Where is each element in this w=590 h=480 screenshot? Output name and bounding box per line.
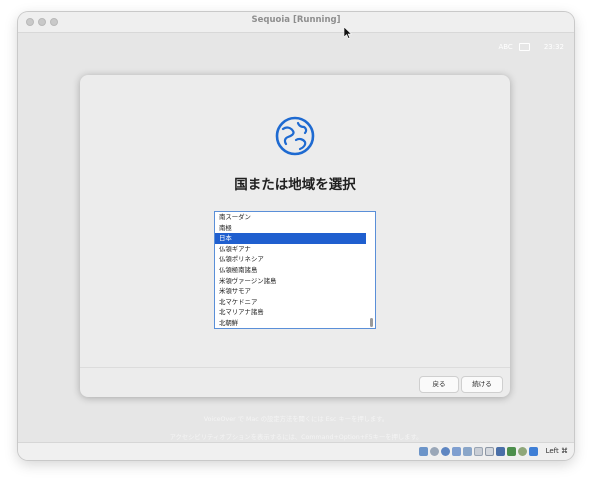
country-list-item-selected[interactable]: 日本	[215, 233, 366, 244]
title-bar[interactable]: Sequoia [Running]	[18, 12, 574, 33]
globe-icon	[275, 116, 315, 156]
shared-folder-icon[interactable]	[474, 447, 483, 456]
mouse-pointer-icon	[344, 27, 352, 39]
country-list-item[interactable]: 仏領ギアナ	[215, 244, 366, 255]
voiceover-hint: VoiceOver で Mac の設定方法を聞くには Esc キーを押します。	[203, 416, 389, 423]
country-list-item[interactable]: 北マリアナ諸島	[215, 307, 366, 318]
country-list-item[interactable]: 南スーダン	[215, 212, 366, 223]
country-list-item[interactable]: 米領ヴァージン諸島	[215, 276, 366, 287]
virtualbox-window: Sequoia [Running] ABC 23:32 国または地域を選択 南ス…	[18, 12, 574, 460]
optical-drive-icon[interactable]	[430, 447, 439, 456]
button-bar: 戻る 続ける	[80, 367, 510, 398]
status-icons	[419, 447, 538, 456]
display-icon[interactable]	[485, 447, 494, 456]
back-button[interactable]: 戻る	[419, 376, 459, 393]
guest-menubar-status: ABC 23:32	[498, 43, 564, 51]
usb-icon[interactable]	[463, 447, 472, 456]
vm-status-bar: Left ⌘	[18, 442, 574, 460]
input-mode-indicator[interactable]: ABC	[498, 43, 512, 51]
continue-button[interactable]: 続ける	[461, 376, 503, 393]
country-list-item[interactable]: 北朝鮮	[215, 318, 366, 328]
setup-assistant-panel: 国または地域を選択 南スーダン 南極 日本 仏領ギアナ 仏領ポリネシア 仏領極南…	[80, 75, 510, 397]
video-capture-icon[interactable]	[496, 447, 505, 456]
network-icon[interactable]	[452, 447, 461, 456]
mouse-integration-icon[interactable]	[518, 447, 527, 456]
hard-disk-icon[interactable]	[419, 447, 428, 456]
arrow-down-icon[interactable]	[529, 447, 538, 456]
country-list-item[interactable]: 仏領極南諸島	[215, 265, 366, 276]
list-scrollbar[interactable]	[370, 318, 373, 327]
vm-screen[interactable]: ABC 23:32 国または地域を選択 南スーダン 南極 日本 仏領ギアナ 仏領…	[18, 33, 574, 442]
country-list-item[interactable]: 南極	[215, 223, 366, 234]
clock: 23:32	[543, 43, 564, 51]
audio-icon[interactable]	[441, 447, 450, 456]
keyboard-icon[interactable]	[518, 43, 530, 51]
cpu-icon[interactable]	[507, 447, 516, 456]
window-title: Sequoia [Running]	[251, 15, 341, 25]
country-list[interactable]: 南スーダン 南極 日本 仏領ギアナ 仏領ポリネシア 仏領極南諸島 米領ヴァージン…	[214, 211, 376, 329]
country-list-item[interactable]: 北マケドニア	[215, 297, 366, 308]
accessibility-hint: アクセシビリティオプションを表示するには、Command+Option+F5キー…	[169, 434, 423, 441]
country-list-item[interactable]: 米領サモア	[215, 286, 366, 297]
page-title: 国または地域を選択	[234, 177, 356, 193]
host-key-indicator: Left ⌘	[545, 447, 568, 455]
country-list-item[interactable]: 仏領ポリネシア	[215, 254, 366, 265]
